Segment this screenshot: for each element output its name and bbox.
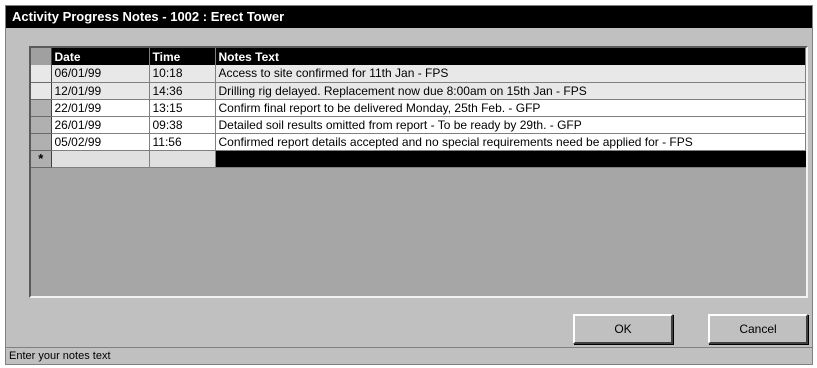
row-selector[interactable] — [31, 82, 52, 100]
notes-grid[interactable]: Date Time Notes Text 06/01/99 10:18 Acce… — [29, 46, 808, 298]
date-cell[interactable]: 05/02/99 — [51, 133, 150, 151]
table-row[interactable]: 12/01/99 14:36 Drilling rig delayed. Rep… — [31, 82, 806, 100]
date-cell[interactable]: 06/01/99 — [51, 65, 150, 83]
table-row[interactable]: 05/02/99 11:56 Confirmed report details … — [31, 133, 806, 151]
notes-cell[interactable]: Confirm final report to be delivered Mon… — [215, 99, 806, 117]
column-header-date[interactable]: Date — [51, 48, 150, 65]
notes-cell[interactable]: Confirmed report details accepted and no… — [215, 133, 806, 151]
time-cell[interactable]: 11:56 — [149, 133, 216, 151]
row-selector[interactable] — [31, 133, 52, 151]
grid-corner[interactable] — [31, 48, 52, 65]
column-header-notes[interactable]: Notes Text — [215, 48, 806, 65]
notes-cell[interactable]: Detailed soil results omitted from repor… — [215, 116, 806, 134]
notes-cell[interactable]: Access to site confirmed for 11th Jan - … — [215, 65, 806, 83]
column-header-time[interactable]: Time — [149, 48, 216, 65]
ok-button[interactable]: OK — [573, 314, 673, 344]
row-selector[interactable] — [31, 65, 52, 83]
time-cell[interactable]: 13:15 — [149, 99, 216, 117]
notes-cell[interactable]: Drilling rig delayed. Replacement now du… — [215, 82, 806, 100]
notes-table: Date Time Notes Text 06/01/99 10:18 Acce… — [31, 48, 806, 168]
window-title: Activity Progress Notes - 1002 : Erect T… — [6, 6, 812, 28]
date-cell[interactable]: 26/01/99 — [51, 116, 150, 134]
row-selector[interactable] — [31, 99, 52, 117]
time-cell[interactable]: 09:38 — [149, 116, 216, 134]
notes-dialog: Activity Progress Notes - 1002 : Erect T… — [5, 5, 813, 365]
cancel-button[interactable]: Cancel — [708, 314, 808, 344]
date-cell[interactable]: 22/01/99 — [51, 99, 150, 117]
new-time-cell[interactable] — [149, 150, 216, 168]
row-selector[interactable] — [31, 116, 52, 134]
table-row[interactable]: 22/01/99 13:15 Confirm final report to b… — [31, 99, 806, 117]
new-record-row[interactable]: * — [31, 150, 806, 168]
new-notes-cell[interactable] — [215, 150, 806, 168]
status-bar: Enter your notes text — [6, 347, 812, 364]
new-record-marker-icon: * — [31, 150, 52, 168]
time-cell[interactable]: 14:36 — [149, 82, 216, 100]
header-row: Date Time Notes Text — [31, 48, 806, 65]
table-row[interactable]: 26/01/99 09:38 Detailed soil results omi… — [31, 116, 806, 134]
new-date-cell[interactable] — [51, 150, 150, 168]
table-row[interactable]: 06/01/99 10:18 Access to site confirmed … — [31, 65, 806, 83]
date-cell[interactable]: 12/01/99 — [51, 82, 150, 100]
time-cell[interactable]: 10:18 — [149, 65, 216, 83]
